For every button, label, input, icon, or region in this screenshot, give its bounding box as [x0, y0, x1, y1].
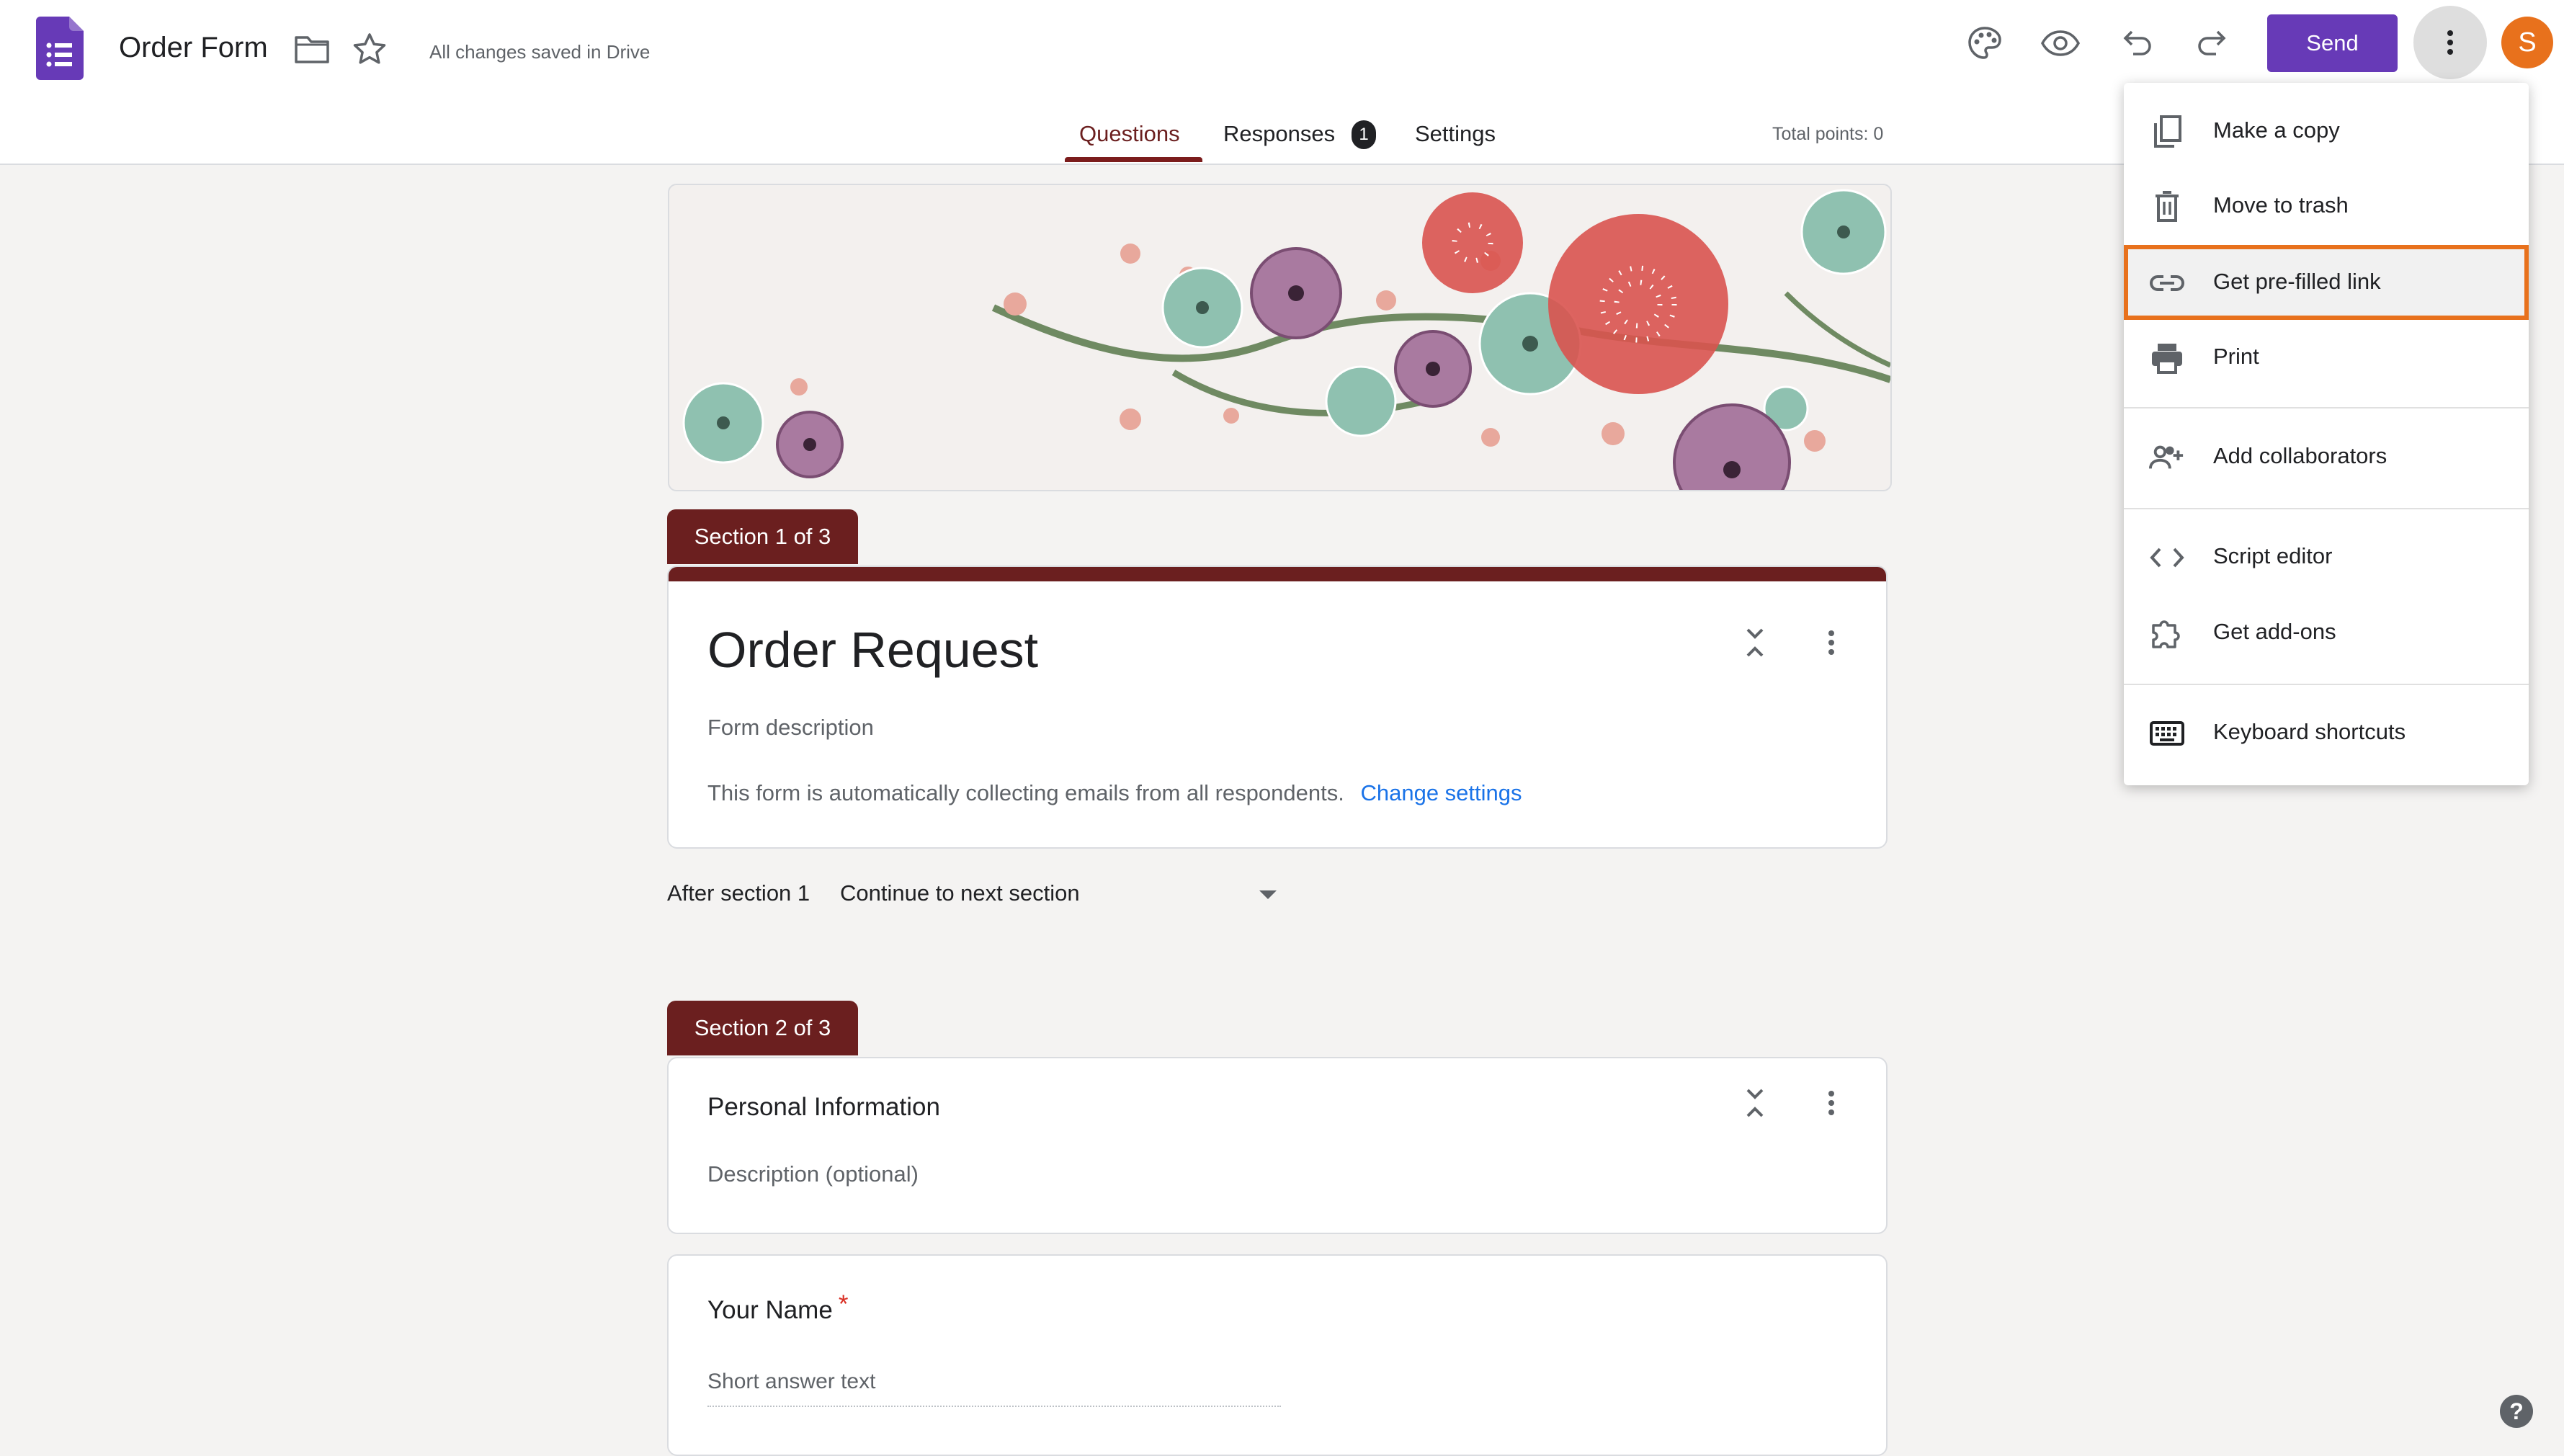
menu-item-label: Add collaborators — [2213, 443, 2387, 468]
section-1-more-icon[interactable] — [1810, 621, 1853, 664]
section-2-title[interactable]: Personal Information — [707, 1093, 940, 1122]
eye-icon[interactable] — [2039, 22, 2082, 65]
menu-item-print[interactable]: Print — [2124, 320, 2529, 395]
tab-questions[interactable]: Questions — [1079, 121, 1180, 147]
required-asterisk: * — [838, 1290, 849, 1318]
form-title[interactable]: Order Request — [707, 621, 1038, 679]
more-options-menu: Make a copy Move to trash Get pre-filled… — [2124, 83, 2529, 785]
print-icon — [2149, 340, 2185, 376]
more-vert-icon — [2447, 30, 2453, 55]
section-1-label: Section 1 of 3 — [667, 509, 858, 564]
send-button[interactable]: Send — [2267, 14, 2398, 72]
section-2-card[interactable]: Personal Information Description (option… — [667, 1057, 1888, 1234]
menu-item-move-to-trash[interactable]: Move to trash — [2124, 169, 2529, 244]
collapse-section-2-icon[interactable] — [1733, 1081, 1777, 1125]
menu-divider — [2124, 407, 2529, 408]
document-title[interactable]: Order Form — [119, 32, 268, 64]
question-card[interactable]: Your Name * Short answer text — [667, 1254, 1888, 1456]
form-description[interactable]: Form description — [707, 715, 874, 741]
section-2-more-icon[interactable] — [1810, 1081, 1853, 1125]
menu-item-label: Get add-ons — [2213, 619, 2336, 644]
section-1-card[interactable]: Order Request Form description This form… — [667, 566, 1888, 849]
code-icon — [2149, 540, 2185, 576]
undo-icon[interactable] — [2115, 22, 2158, 65]
section-2-label: Section 2 of 3 — [667, 1001, 858, 1055]
menu-item-label: Keyboard shortcuts — [2213, 719, 2406, 744]
after-section-label: After section 1 — [667, 880, 810, 906]
dropdown-arrow-icon[interactable] — [1259, 890, 1277, 899]
tab-responses[interactable]: Responses — [1223, 121, 1335, 147]
more-options-button[interactable] — [2413, 6, 2487, 79]
menu-item-keyboard-shortcuts[interactable]: Keyboard shortcuts — [2124, 695, 2529, 770]
email-collection-notice: This form is automatically collecting em… — [707, 780, 1344, 805]
section-1-accent-bar — [669, 567, 1886, 581]
menu-item-get-addons[interactable]: Get add-ons — [2124, 595, 2529, 670]
collapse-section-icon[interactable] — [1733, 621, 1777, 664]
palette-icon[interactable] — [1963, 22, 2006, 65]
folder-icon[interactable] — [294, 33, 330, 65]
menu-divider — [2124, 508, 2529, 509]
copy-icon — [2149, 114, 2185, 150]
menu-item-label: Get pre-filled link — [2213, 269, 2381, 294]
tab-settings[interactable]: Settings — [1415, 121, 1496, 147]
menu-item-label: Print — [2213, 344, 2259, 369]
total-points: Total points: 0 — [1772, 124, 1884, 144]
star-icon[interactable] — [352, 32, 388, 68]
forms-logo-icon[interactable] — [36, 17, 84, 80]
menu-item-make-copy[interactable]: Make a copy — [2124, 94, 2529, 169]
redo-icon[interactable] — [2191, 22, 2234, 65]
menu-item-get-prefilled-link[interactable]: Get pre-filled link — [2124, 245, 2529, 320]
link-icon — [2149, 265, 2185, 301]
puzzle-icon — [2149, 615, 2185, 651]
keyboard-icon — [2149, 715, 2185, 751]
save-status: All changes saved in Drive — [429, 41, 651, 63]
menu-item-label: Move to trash — [2213, 192, 2349, 218]
menu-divider — [2124, 684, 2529, 685]
form-header-image — [668, 184, 1892, 491]
change-settings-link[interactable]: Change settings — [1360, 780, 1522, 805]
menu-item-script-editor[interactable]: Script editor — [2124, 519, 2529, 594]
menu-item-label: Make a copy — [2213, 117, 2340, 143]
active-tab-indicator — [1065, 157, 1202, 162]
help-icon[interactable]: ? — [2500, 1395, 2533, 1428]
menu-item-add-collaborators[interactable]: Add collaborators — [2124, 419, 2529, 494]
menu-item-label: Script editor — [2213, 543, 2333, 568]
add-people-icon — [2149, 439, 2185, 475]
short-answer-field: Short answer text — [707, 1370, 1281, 1407]
trash-icon — [2149, 189, 2185, 225]
question-title[interactable]: Your Name — [707, 1296, 833, 1324]
responses-count-badge: 1 — [1352, 120, 1376, 149]
section-2-description[interactable]: Description (optional) — [707, 1161, 919, 1187]
user-avatar[interactable]: S — [2501, 17, 2553, 68]
after-section-select[interactable]: Continue to next section — [840, 880, 1080, 906]
